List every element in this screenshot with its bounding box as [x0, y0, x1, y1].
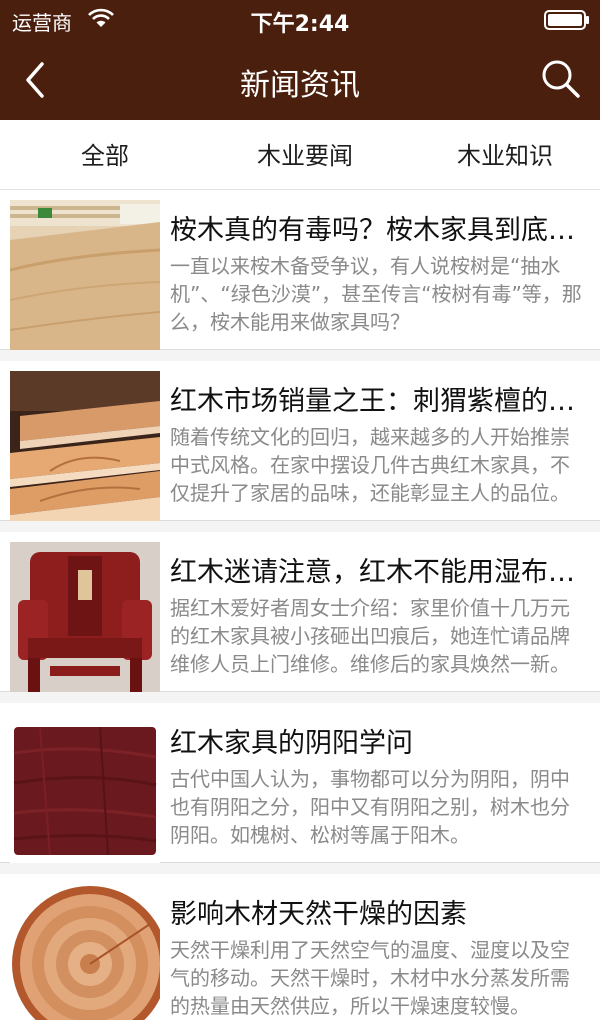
- status-time: 下午2:44: [250, 12, 350, 37]
- news-thumbnail-plywood: [10, 200, 160, 350]
- news-thumbnail-log: [10, 884, 160, 1020]
- tab-industry-news[interactable]: 木业要闻: [205, 120, 405, 190]
- page-title: 新闻资讯: [240, 68, 360, 103]
- news-summary: 据红木爱好者周女士介绍：家里价值十几万元的红木家具被小孩砸出凹痕后，她连忙请品牌…: [170, 596, 570, 676]
- news-title: 桉木真的有毒吗？桉木家具到底好不好: [170, 215, 590, 246]
- news-item[interactable]: 红木迷请注意，红木不能用湿布擦拭 据红木爱好者周女士介绍：家里价值十几万元的红木…: [0, 532, 600, 692]
- news-item[interactable]: 桉木真的有毒吗？桉木家具到底好不好 一直以来桉木备受争议，有人说桉树是“抽水机”…: [0, 190, 600, 350]
- news-summary: 古代中国人认为，事物都可以分为阴阳，阴中也有阴阳之分，阳中又有阴阳之别，树木也分…: [170, 767, 570, 847]
- news-title: 红木家具的阴阳学问: [170, 728, 413, 759]
- search-icon: [542, 60, 580, 98]
- news-thumbnail-chair: [10, 542, 160, 692]
- news-summary: 天然干燥利用了天然空气的温度、湿度以及空气的移动。天然干燥时，木材中水分蒸发所需…: [170, 938, 570, 1018]
- news-title: 红木市场销量之王：刺猬紫檀的魅力: [170, 386, 590, 417]
- nav-bar: 新闻资讯: [0, 40, 600, 120]
- news-item[interactable]: 影响木材天然干燥的因素 天然干燥利用了天然空气的温度、湿度以及空气的移动。天然干…: [0, 874, 600, 1020]
- battery-icon: [544, 10, 589, 30]
- news-thumbnail-planks: [10, 371, 160, 521]
- news-list: 桉木真的有毒吗？桉木家具到底好不好 一直以来桉木备受争议，有人说桉树是“抽水机”…: [0, 190, 600, 1020]
- tab-wood-knowledge[interactable]: 木业知识: [405, 120, 600, 190]
- news-thumbnail-rosewood: [10, 713, 160, 863]
- news-item[interactable]: 红木市场销量之王：刺猬紫檀的魅力 随着传统文化的回归，越来越多的人开始推崇中式风…: [0, 361, 600, 521]
- news-item[interactable]: 红木家具的阴阳学问 古代中国人认为，事物都可以分为阴阳，阴中也有阴阳之分，阳中又…: [0, 703, 600, 863]
- search-button[interactable]: [538, 56, 582, 100]
- category-tabs: 全部 木业要闻 木业知识: [0, 120, 600, 190]
- news-summary: 随着传统文化的回归，越来越多的人开始推崇中式风格。在家中摆设几件古典红木家具，不…: [170, 425, 570, 505]
- news-title: 影响木材天然干燥的因素: [170, 899, 467, 930]
- news-summary: 一直以来桉木备受争议，有人说桉树是“抽水机”、“绿色沙漠”，甚至传言“桉树有毒”…: [170, 254, 582, 334]
- news-title: 红木迷请注意，红木不能用湿布擦拭: [170, 557, 590, 588]
- app-header: 运营商 下午2:44 新闻资讯: [0, 0, 600, 120]
- status-bar: 运营商 下午2:44: [0, 0, 600, 40]
- tab-all[interactable]: 全部: [5, 120, 205, 190]
